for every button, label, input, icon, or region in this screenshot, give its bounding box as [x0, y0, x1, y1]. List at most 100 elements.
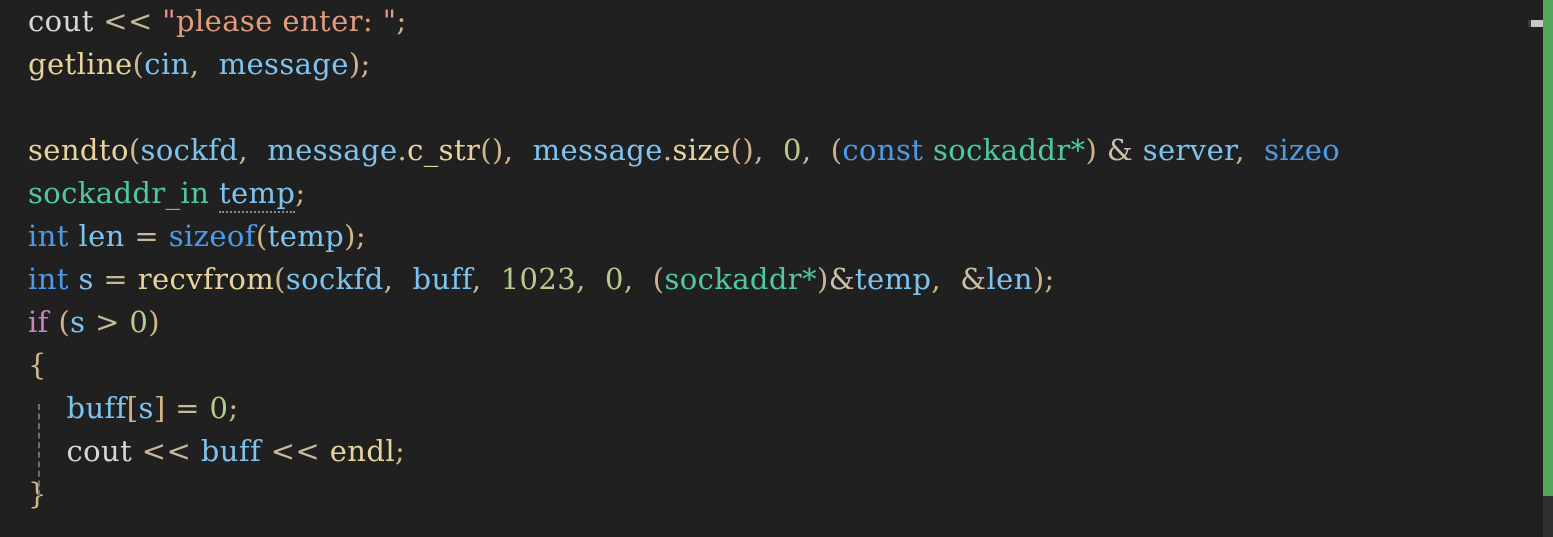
code-token: &	[960, 262, 987, 296]
code-line[interactable]: if (s > 0)	[0, 301, 1543, 344]
code-token: )	[1085, 133, 1098, 167]
code-token: sizeof	[168, 219, 256, 253]
code-token: ,	[576, 262, 586, 296]
code-line[interactable]: cout << buff << endl;	[0, 430, 1543, 473]
code-token: 0	[209, 391, 229, 425]
code-token: s	[138, 391, 154, 425]
code-token: <<	[103, 4, 153, 38]
code-line[interactable]: getline(cin, message);	[0, 43, 1543, 86]
code-token: 0	[129, 305, 149, 339]
code-token: sendto	[28, 133, 129, 167]
code-token: (	[652, 262, 665, 296]
code-token: sockaddr	[932, 133, 1071, 167]
code-token: getline	[28, 47, 133, 81]
code-token: >	[95, 305, 120, 339]
code-token: &	[1106, 133, 1134, 167]
code-token: cin	[144, 47, 190, 81]
code-token: (	[830, 133, 843, 167]
scrollbar-change-marker[interactable]	[1528, 20, 1543, 27]
code-token: ;	[1044, 262, 1055, 296]
code-token: =	[134, 219, 160, 253]
code-token: ,	[471, 262, 482, 296]
code-token: if	[28, 305, 49, 339]
code-token: sockfd	[140, 133, 239, 167]
code-token: .	[397, 133, 408, 167]
code-editor[interactable]: cout << "please enter: "; getline(cin, me…	[0, 0, 1553, 537]
code-line[interactable]: {	[0, 344, 1543, 387]
vertical-scrollbar-track[interactable]	[1543, 0, 1553, 537]
code-token: sockfd	[285, 262, 384, 296]
code-token: *	[802, 262, 817, 296]
code-line[interactable]: sendto(sockfd, message.c_str(), message.…	[0, 129, 1543, 172]
code-token: (	[128, 133, 141, 167]
code-token: )	[348, 47, 361, 81]
code-line[interactable]	[0, 86, 1543, 129]
code-token: (),	[730, 133, 764, 167]
code-token: ,	[383, 262, 394, 296]
code-line[interactable]: int len = sizeof(temp);	[0, 215, 1543, 258]
code-token: ;	[295, 176, 306, 210]
code-token: ;	[355, 219, 367, 253]
code-token: const	[842, 133, 924, 167]
code-token: ,	[931, 262, 942, 296]
code-token: (),	[480, 133, 514, 167]
code-token: int	[28, 219, 69, 253]
code-line[interactable]: }	[0, 473, 1543, 516]
code-token: 0	[604, 262, 624, 296]
code-token: message	[532, 133, 663, 167]
code-token: endl	[329, 434, 396, 468]
code-token: s	[70, 305, 86, 339]
code-token: 1023	[500, 262, 577, 296]
code-token: buff	[412, 262, 472, 296]
code-token: =	[175, 391, 200, 425]
code-token: server	[1142, 133, 1236, 167]
code-token: {	[28, 348, 47, 382]
code-line[interactable]: int s = recvfrom(sockfd, buff, 1023, 0, …	[0, 258, 1543, 301]
code-line[interactable]: cout << "please enter: ";	[0, 0, 1543, 43]
code-token: =	[103, 262, 129, 296]
code-token: len	[78, 219, 125, 253]
code-token: message	[267, 133, 398, 167]
code-token: )	[816, 262, 829, 296]
code-token: recvfrom	[137, 262, 275, 296]
code-token: cout	[66, 434, 133, 468]
code-token: (	[132, 47, 145, 81]
code-content[interactable]: cout << "please enter: "; getline(cin, me…	[0, 0, 1543, 537]
code-token: <<	[141, 434, 192, 468]
code-token: *	[1070, 133, 1086, 167]
code-token: ;	[360, 47, 371, 81]
code-token: temp	[218, 176, 296, 213]
code-token: 0	[782, 133, 802, 167]
code-token: ;	[395, 434, 406, 468]
code-token: c_str	[407, 133, 481, 167]
code-token: <<	[270, 434, 321, 468]
indent-guide	[38, 404, 40, 496]
code-token: cout	[28, 4, 94, 38]
code-token: sockaddr	[664, 262, 803, 296]
code-token: buff	[200, 434, 262, 468]
vertical-scrollbar-thumb[interactable]	[1543, 0, 1553, 496]
code-line[interactable]: buff[s] = 0;	[0, 387, 1543, 430]
code-token: )	[344, 219, 356, 253]
code-token: ;	[228, 391, 239, 425]
code-line[interactable]: sockaddr_in temp;	[0, 172, 1543, 215]
